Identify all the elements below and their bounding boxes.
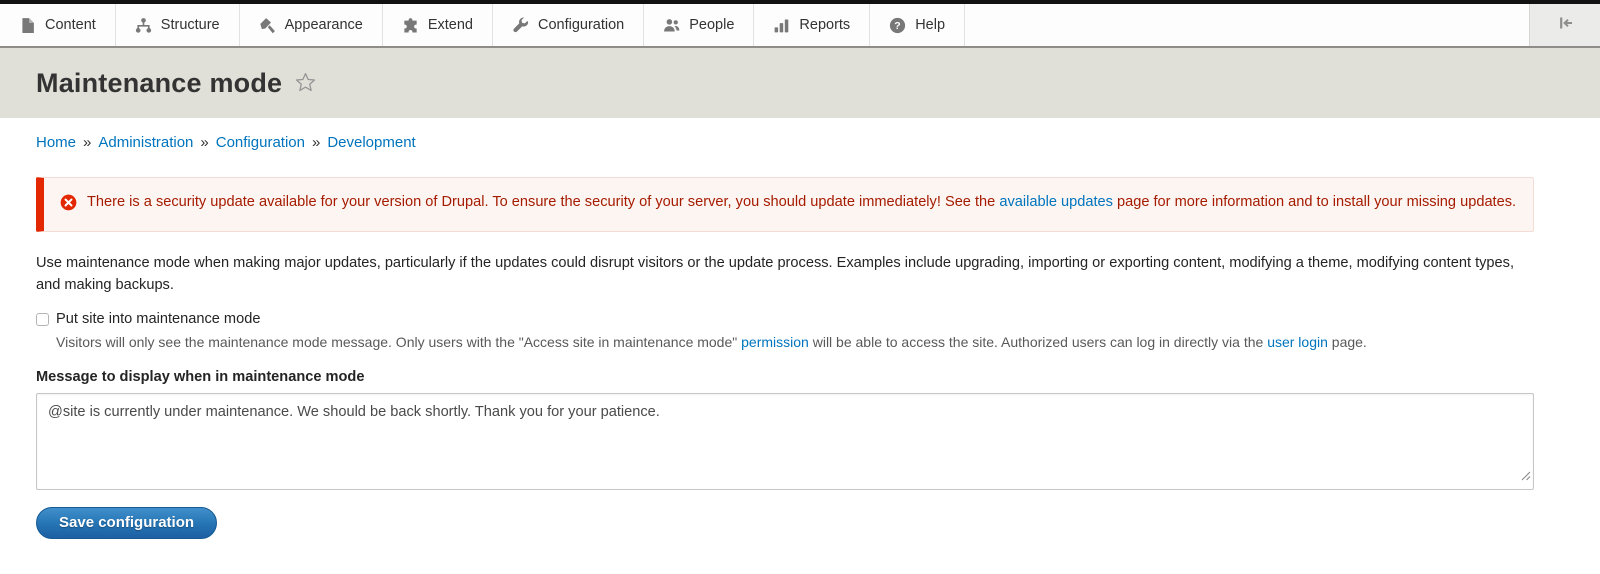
- wrench-icon: [512, 17, 529, 34]
- page-header: Maintenance mode: [0, 48, 1600, 118]
- people-icon: [663, 17, 680, 34]
- paintbrush-icon: [259, 17, 276, 34]
- breadcrumb-separator: »: [312, 134, 320, 151]
- toolbar-item-configuration[interactable]: Configuration: [493, 4, 644, 46]
- svg-text:?: ?: [894, 20, 900, 32]
- toolbar-collapse-toggle[interactable]: [1529, 4, 1600, 46]
- breadcrumb-link-configuration[interactable]: Configuration: [216, 134, 305, 151]
- toolbar-item-extend[interactable]: Extend: [383, 4, 493, 46]
- error-text-before: There is a security update available for…: [87, 194, 999, 210]
- maintenance-mode-checkbox-label: Put site into maintenance mode: [56, 311, 260, 327]
- toolbar-item-label: Appearance: [285, 17, 363, 33]
- breadcrumb: Home » Administration » Configuration » Develo…: [36, 134, 1534, 151]
- sitemap-icon: [135, 17, 152, 34]
- toolbar-item-label: Content: [45, 17, 96, 33]
- checkbox-description: Visitors will only see the maintenance m…: [36, 334, 1534, 350]
- description-text: page.: [1328, 334, 1367, 350]
- error-circle-icon: [60, 194, 77, 218]
- toolbar-item-people[interactable]: People: [644, 4, 754, 46]
- maintenance-message-textarea[interactable]: @site is currently under maintenance. We…: [36, 393, 1534, 490]
- toolbar-item-label: Structure: [161, 17, 220, 33]
- available-updates-link[interactable]: available updates: [999, 194, 1113, 210]
- maintenance-mode-checkbox-row: Put site into maintenance mode: [36, 311, 1534, 327]
- description-text: Visitors will only see the maintenance m…: [56, 334, 741, 350]
- toolbar-item-content[interactable]: Content: [0, 4, 116, 46]
- toolbar-item-label: Configuration: [538, 17, 624, 33]
- breadcrumb-separator: »: [200, 134, 208, 151]
- save-configuration-button[interactable]: Save configuration: [36, 507, 217, 539]
- puzzle-icon: [402, 17, 419, 34]
- help-icon: ?: [889, 17, 906, 34]
- user-login-link[interactable]: user login: [1267, 334, 1328, 350]
- page-title: Maintenance mode: [36, 68, 282, 99]
- toolbar-spacer: [965, 4, 1529, 46]
- main-content: Home » Administration » Configuration » Develo…: [0, 134, 1600, 539]
- message-field-label: Message to display when in maintenance m…: [36, 369, 1534, 385]
- toolbar-item-label: People: [689, 17, 734, 33]
- intro-text: Use maintenance mode when making major u…: [36, 252, 1534, 296]
- toolbar-item-label: Extend: [428, 17, 473, 33]
- breadcrumb-separator: »: [83, 134, 91, 151]
- toolbar-item-label: Help: [915, 17, 945, 33]
- description-text: will be able to access the site. Authori…: [809, 334, 1267, 350]
- error-text-after: page for more information and to install…: [1113, 194, 1516, 210]
- breadcrumb-link-administration[interactable]: Administration: [98, 134, 193, 151]
- toolbar-item-structure[interactable]: Structure: [116, 4, 240, 46]
- permission-link[interactable]: permission: [741, 334, 809, 350]
- error-message-box: There is a security update available for…: [36, 177, 1534, 232]
- file-icon: [19, 17, 36, 34]
- resize-handle-icon[interactable]: [1520, 468, 1531, 486]
- toolbar-item-label: Reports: [799, 17, 850, 33]
- error-message-text: There is a security update available for…: [87, 191, 1516, 218]
- message-textarea-wrap: @site is currently under maintenance. We…: [36, 393, 1534, 490]
- toolbar-item-help[interactable]: ? Help: [870, 4, 965, 46]
- breadcrumb-link-home[interactable]: Home: [36, 134, 76, 151]
- admin-toolbar: Content Structure Appearance Extend Conf…: [0, 4, 1600, 48]
- star-outline-icon[interactable]: [294, 71, 317, 99]
- maintenance-mode-checkbox[interactable]: [36, 313, 49, 326]
- toolbar-collapse-icon: [1555, 14, 1575, 37]
- breadcrumb-link-development[interactable]: Development: [327, 134, 415, 151]
- bar-chart-icon: [773, 17, 790, 34]
- toolbar-item-appearance[interactable]: Appearance: [240, 4, 383, 46]
- toolbar-item-reports[interactable]: Reports: [754, 4, 870, 46]
